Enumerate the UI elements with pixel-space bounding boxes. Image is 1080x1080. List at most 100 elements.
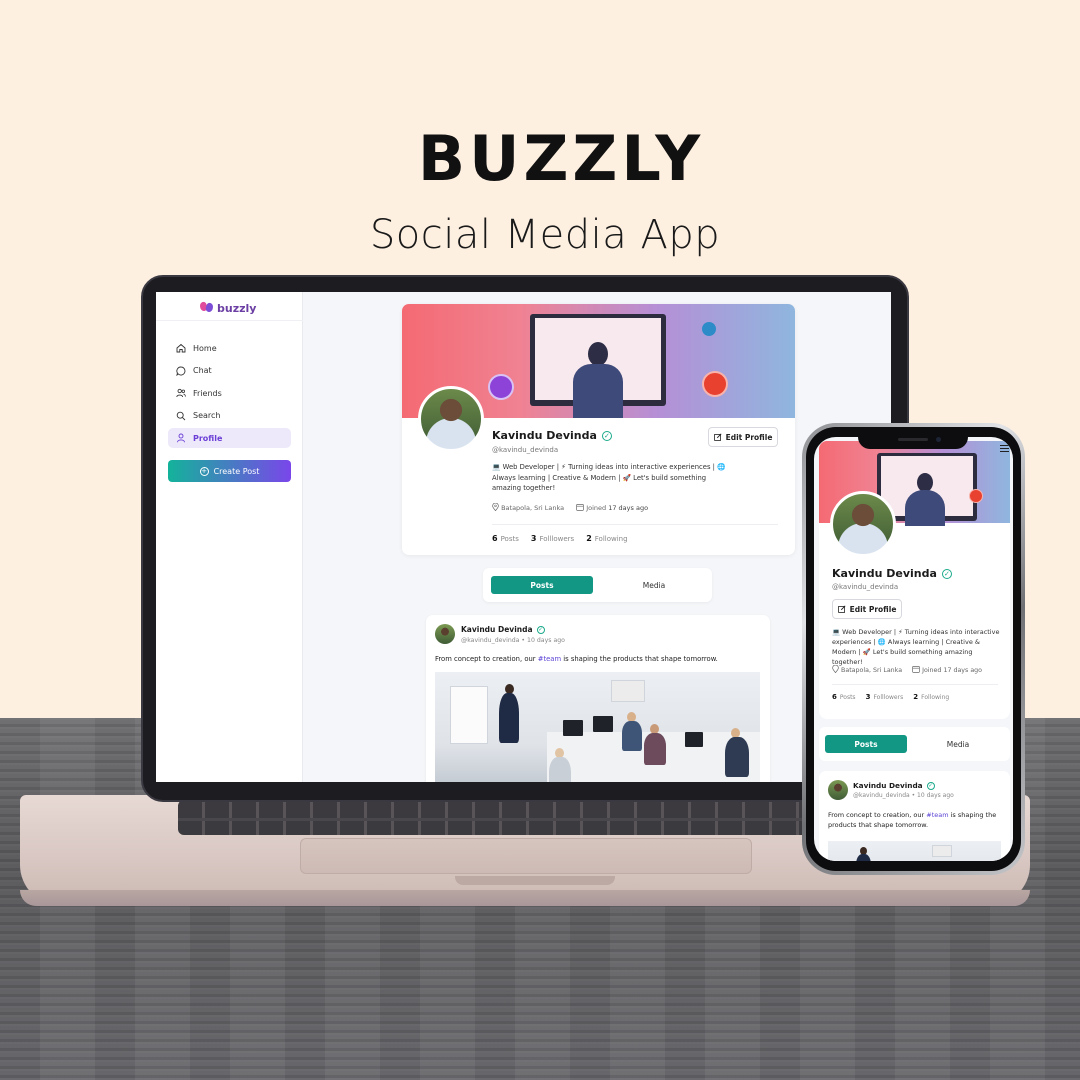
phone-profile-divider	[832, 684, 998, 685]
phone-profile-card: Kavindu Devinda ✓ @kavindu_devinda Edit …	[819, 441, 1010, 719]
stat-followers[interactable]: 3 Folllowers	[531, 534, 574, 543]
stat-following-count: 2	[586, 534, 592, 543]
scene-colleague	[549, 757, 571, 782]
profile-name-text: Kavindu Devinda	[492, 429, 597, 442]
sidebar-item-profile[interactable]: Profile	[168, 428, 291, 448]
laptop-hinge-notch	[455, 876, 615, 885]
phone-profile-bio: 💻 Web Developer | ⚡ Turning ideas into i…	[832, 628, 1000, 666]
calendar-icon	[576, 504, 584, 511]
profile-card: Kavindu Devinda ✓ @kavindu_devinda Edit …	[402, 304, 795, 555]
cover-bubble-badge	[702, 371, 728, 397]
stat-posts-count: 6	[492, 534, 498, 543]
post-card: Kavindu Devinda ✓ @kavindu_devinda • 10 …	[426, 615, 770, 782]
stat-posts-label: Posts	[500, 535, 519, 543]
laptop-base-edge	[20, 890, 1030, 906]
phone-tab-media[interactable]: Media	[917, 735, 999, 753]
edit-profile-button[interactable]: Edit Profile	[708, 427, 778, 447]
location-item: Batapola, Sri Lanka	[492, 503, 564, 512]
stat-following[interactable]: 2 Following	[586, 534, 627, 543]
profile-name: Kavindu Devinda ✓	[492, 429, 612, 442]
hero-subtitle: Social Media App	[369, 212, 721, 258]
cover-person	[573, 342, 623, 418]
sidebar-item-label: Profile	[193, 433, 223, 443]
profile-bio: 💻 Web Developer | ⚡ Turning ideas into i…	[492, 463, 726, 492]
create-post-label: Create Post	[213, 466, 260, 476]
tab-media[interactable]: Media	[603, 576, 705, 594]
user-icon	[176, 433, 186, 443]
cover-bubble-user	[488, 374, 514, 400]
edit-icon	[713, 433, 722, 441]
sidebar-item-label: Chat	[193, 366, 212, 375]
logo[interactable]: buzzly	[200, 298, 256, 318]
post-text-before: From concept to creation, our	[435, 655, 538, 663]
phone-scene-presenter-body	[856, 854, 871, 861]
hero-title: BUZZLY	[417, 122, 705, 195]
phone-stat-following-label: Following	[921, 694, 950, 701]
verified-check-icon: ✓	[536, 625, 545, 634]
sidebar-item-search[interactable]: Search	[168, 406, 291, 426]
hamburger-menu-icon[interactable]	[1000, 445, 1009, 452]
cover-person-body	[573, 364, 623, 418]
plus-circle-icon: +	[199, 466, 209, 476]
phone-profile-meta: Batapola, Sri Lanka Joined 17 days ago	[832, 665, 982, 674]
post-hashtag[interactable]: #team	[538, 655, 561, 663]
phone-post-hashtag[interactable]: #team	[926, 811, 948, 819]
phone-stat-posts[interactable]: 6 Posts	[832, 693, 856, 701]
phone-tab-posts[interactable]: Posts	[825, 735, 907, 753]
phone-speaker	[898, 438, 928, 441]
phone-screen: Kavindu Devinda ✓ @kavindu_devinda Edit …	[814, 437, 1013, 861]
profile-divider	[492, 524, 778, 525]
post-text: From concept to creation, our #team is s…	[435, 655, 718, 663]
scene-whiteboard	[450, 686, 488, 744]
phone-profile-tabs: Posts Media	[819, 727, 1010, 761]
stat-following-label: Following	[594, 535, 628, 543]
phone-stat-following-count: 2	[913, 693, 919, 701]
phone-cover-bubble	[969, 489, 983, 503]
profile-tabs: Posts Media	[483, 568, 712, 602]
phone-profile-stats: 6 Posts 3 Folllowers 2 Following	[832, 693, 949, 701]
home-icon	[176, 343, 186, 353]
sidebar: buzzly Home Chat Friends Search Profile …	[156, 292, 303, 782]
phone-cover-person-body	[905, 490, 945, 526]
friends-icon	[176, 388, 186, 398]
post-meta: @kavindu_devinda • 10 days ago	[461, 637, 565, 644]
post-avatar[interactable]	[435, 624, 455, 644]
create-post-button[interactable]: + Create Post	[168, 460, 291, 482]
chat-icon	[176, 366, 186, 376]
phone-location-text: Batapola, Sri Lanka	[841, 667, 903, 674]
phone-post-author-name: Kavindu Devinda	[853, 781, 923, 790]
calendar-icon	[912, 666, 920, 673]
scene-monitor	[593, 716, 613, 732]
search-icon	[176, 411, 186, 421]
phone-joined-when: 17 days ago	[943, 667, 983, 674]
phone-camera	[936, 437, 941, 442]
scene-monitor	[685, 732, 703, 747]
phone-joined-label: Joined	[922, 667, 942, 674]
profile-avatar[interactable]	[418, 386, 484, 452]
cover-person-head	[588, 342, 608, 366]
phone-stat-following[interactable]: 2 Following	[913, 693, 949, 701]
phone-stat-followers[interactable]: 3 Folllowers	[866, 693, 904, 701]
phone-stat-followers-label: Folllowers	[873, 694, 904, 701]
sidebar-item-chat[interactable]: Chat	[168, 361, 291, 381]
sidebar-divider	[156, 320, 303, 321]
location-text: Batapola, Sri Lanka	[501, 504, 565, 512]
phone-edit-profile-button[interactable]: Edit Profile	[832, 599, 902, 619]
phone-profile-avatar[interactable]	[830, 491, 896, 557]
tab-posts[interactable]: Posts	[491, 576, 593, 594]
scene-monitor	[563, 720, 583, 736]
laptop-screen: buzzly Home Chat Friends Search Profile …	[156, 292, 891, 782]
sidebar-item-home[interactable]: Home	[168, 338, 291, 358]
edit-icon	[837, 605, 846, 613]
stat-posts[interactable]: 6 Posts	[492, 534, 519, 543]
scene-frame	[611, 680, 645, 702]
phone-joined-item: Joined 17 days ago	[912, 665, 982, 674]
phone-post-author: Kavindu Devinda ✓	[853, 781, 935, 790]
verified-check-icon: ✓	[601, 430, 612, 441]
phone-post-image[interactable]	[828, 841, 1001, 861]
sidebar-item-label: Friends	[193, 388, 222, 398]
sidebar-item-friends[interactable]: Friends	[168, 383, 291, 403]
phone-post-avatar[interactable]	[828, 780, 848, 800]
laptop-keyboard-divider	[178, 818, 878, 821]
post-image[interactable]	[435, 672, 760, 782]
